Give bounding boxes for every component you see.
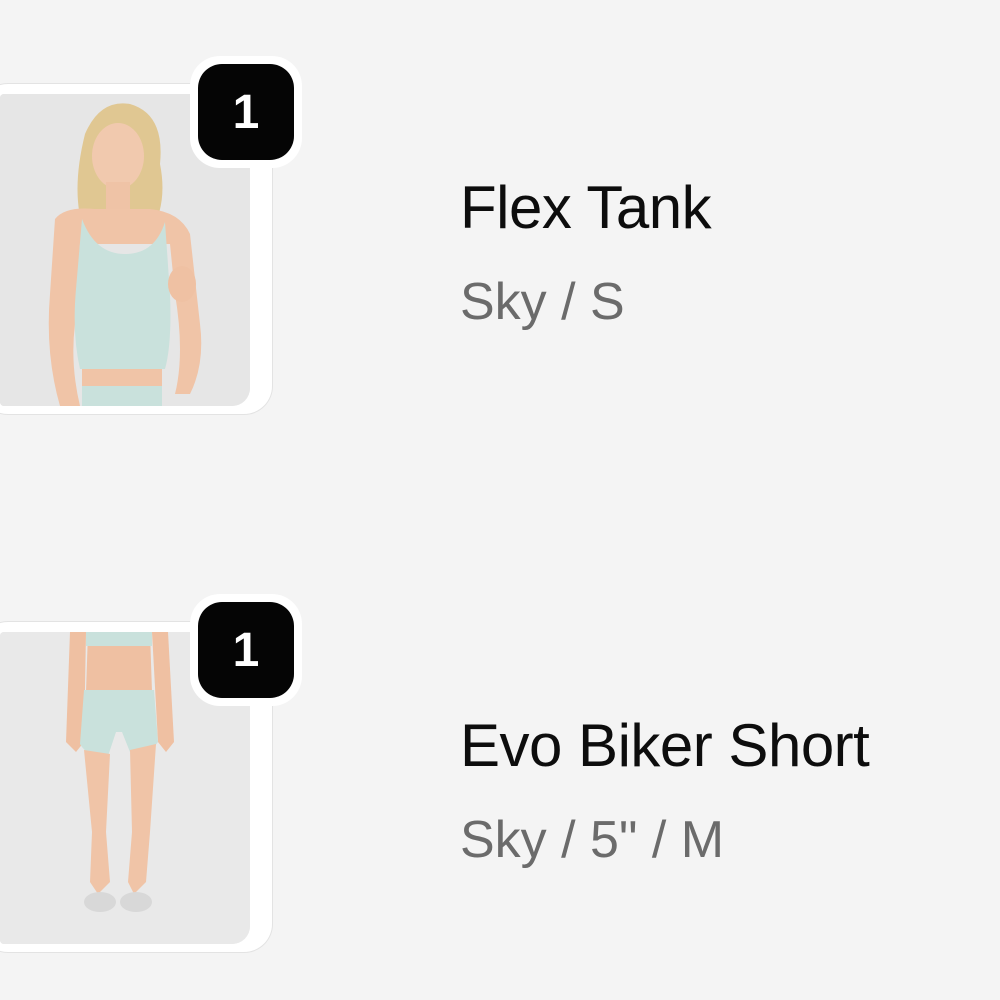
quantity-badge: 1 (190, 56, 302, 168)
product-title: Flex Tank (460, 174, 712, 241)
product-variant: Sky / S (460, 273, 625, 331)
order-summary: 1 Flex Tank Sky / S 1 Evo Biker Short Sk… (0, 0, 1000, 1000)
quantity-badge: 1 (190, 594, 302, 706)
product-title: Evo Biker Short (460, 712, 870, 779)
quantity-count: 1 (198, 64, 294, 160)
quantity-count: 1 (198, 602, 294, 698)
product-variant: Sky / 5" / M (460, 811, 725, 869)
